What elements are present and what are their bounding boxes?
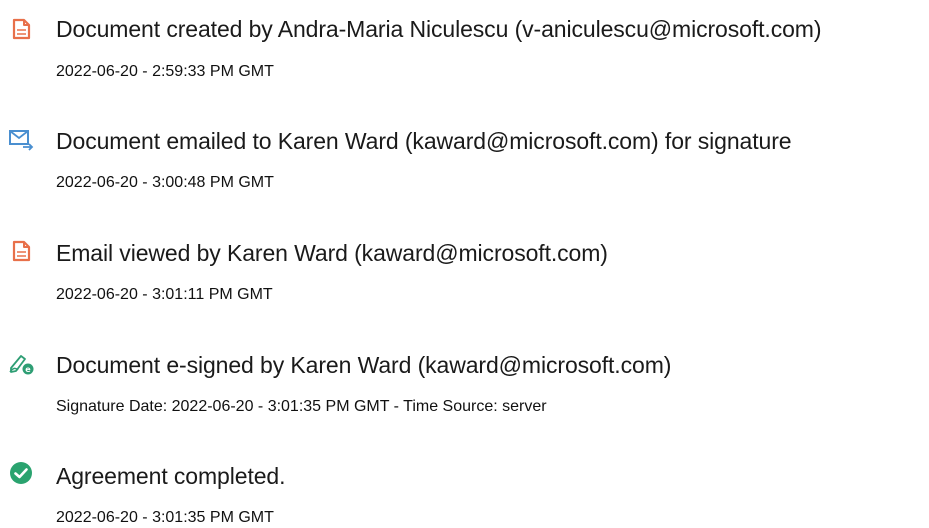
audit-entry-timestamp: 2022-06-20 - 3:00:48 PM GMT [56,174,274,191]
audit-entry-title: Document created by Andra-Maria Niculesc… [56,16,822,42]
checkmark-circle-icon [10,462,32,484]
document-created-icon [12,18,31,40]
audit-entry-timestamp: 2022-06-20 - 2:59:33 PM GMT [56,63,274,80]
document-viewed-icon [12,240,31,262]
audit-entry-timestamp: 2022-06-20 - 3:01:11 PM GMT [56,286,273,303]
email-sent-icon [9,130,34,151]
e-sign-pen-icon: e [9,355,34,375]
audit-entry-title: Agreement completed. [56,463,286,489]
audit-entry-title: Document e-signed by Karen Ward (kaward@… [56,352,672,378]
svg-text:e: e [25,365,31,374]
audit-entry-timestamp: 2022-06-20 - 3:01:35 PM GMT [56,509,274,526]
audit-entry-timestamp: Signature Date: 2022-06-20 - 3:01:35 PM … [56,398,547,415]
audit-entry-title: Email viewed by Karen Ward (kaward@micro… [56,240,608,266]
audit-entry-title: Document emailed to Karen Ward (kaward@m… [56,128,792,154]
